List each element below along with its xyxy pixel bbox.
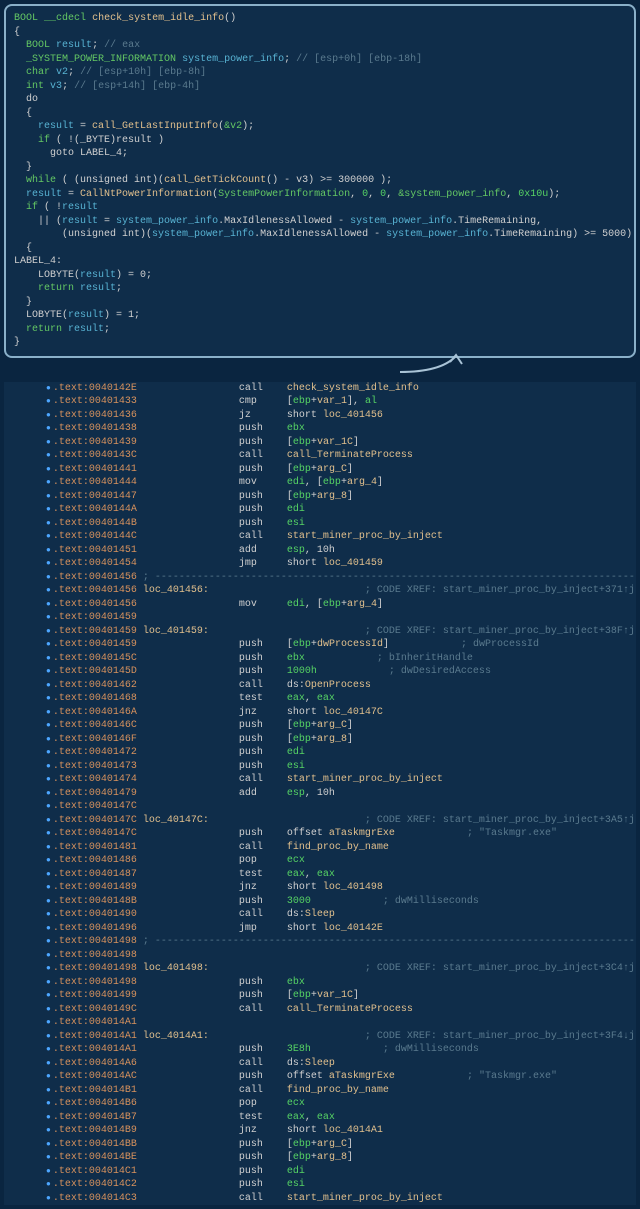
disasm-line[interactable]: .text:00401473 push esi bbox=[4, 760, 636, 774]
disasm-line[interactable]: .text:004014C2 push esi bbox=[4, 1178, 636, 1192]
disasm-label[interactable]: .text:00401498 loc_401498: ; CODE XREF: … bbox=[4, 962, 636, 976]
disasm-line[interactable]: .text:00401459 bbox=[4, 611, 636, 625]
disasm-line[interactable]: .text:004014C3 call start_miner_proc_by_… bbox=[4, 1192, 636, 1206]
disasm-line[interactable]: .text:00401486 pop ecx bbox=[4, 854, 636, 868]
callout-arrow-icon bbox=[400, 352, 480, 378]
disasm-label[interactable]: .text:0040147C loc_40147C: ; CODE XREF: … bbox=[4, 814, 636, 828]
disasm-line[interactable]: .text:00401459 push [ebp+dwProcessId] ; … bbox=[4, 638, 636, 652]
disasm-line[interactable]: .text:004014C1 push edi bbox=[4, 1165, 636, 1179]
disasm-line[interactable]: .text:00401438 push ebx bbox=[4, 422, 636, 436]
code-line[interactable]: || (result = system_power_info.MaxIdlene… bbox=[14, 215, 626, 229]
disasm-line[interactable]: .text:004014B7 test eax, eax bbox=[4, 1111, 636, 1125]
disasm-line[interactable]: .text:0040143C call call_TerminateProces… bbox=[4, 449, 636, 463]
code-line[interactable]: LABEL_4: bbox=[14, 255, 626, 269]
disasm-line[interactable]: .text:004014A6 call ds:Sleep bbox=[4, 1057, 636, 1071]
code-line[interactable]: } bbox=[14, 336, 626, 350]
disasm-line[interactable]: .text:00401490 call ds:Sleep bbox=[4, 908, 636, 922]
disasm-line[interactable]: .text:00401433 cmp [ebp+var_1], al bbox=[4, 395, 636, 409]
disasm-line[interactable]: .text:00401499 push [ebp+var_1C] bbox=[4, 989, 636, 1003]
disasm-line[interactable]: .text:00401441 push [ebp+arg_C] bbox=[4, 463, 636, 477]
disasm-line[interactable]: .text:00401451 add esp, 10h bbox=[4, 544, 636, 558]
code-line[interactable]: BOOL result; // eax bbox=[14, 39, 626, 53]
disasm-line[interactable]: .text:00401454 jmp short loc_401459 bbox=[4, 557, 636, 571]
code-line[interactable]: char v2; // [esp+10h] [ebp-8h] bbox=[14, 66, 626, 80]
disasm-line[interactable]: .text:004014BB push [ebp+arg_C] bbox=[4, 1138, 636, 1152]
code-line[interactable]: result = call_GetLastInputInfo(&v2); bbox=[14, 120, 626, 134]
disasm-label[interactable]: .text:00401456 loc_401456: ; CODE XREF: … bbox=[4, 584, 636, 598]
disasm-line[interactable]: .text:0040144B push esi bbox=[4, 517, 636, 531]
code-line[interactable]: } bbox=[14, 296, 626, 310]
separator-line: .text:00401456 ; -----------------------… bbox=[4, 571, 636, 585]
disasm-label[interactable]: .text:00401459 loc_401459: ; CODE XREF: … bbox=[4, 625, 636, 639]
disasm-line[interactable]: .text:0040148B push 3000 ; dwMillisecond… bbox=[4, 895, 636, 909]
disasm-line[interactable]: .text:00401496 jmp short loc_40142E bbox=[4, 922, 636, 936]
code-line[interactable]: (unsigned int)(system_power_info.MaxIdle… bbox=[14, 228, 626, 242]
disasm-line[interactable]: .text:004014B6 pop ecx bbox=[4, 1097, 636, 1111]
code-line[interactable]: result = CallNtPowerInformation(SystemPo… bbox=[14, 188, 626, 202]
code-line[interactable]: do bbox=[14, 93, 626, 107]
code-line[interactable]: int v3; // [esp+14h] [ebp-4h] bbox=[14, 80, 626, 94]
disasm-line[interactable]: .text:004014BE push [ebp+arg_8] bbox=[4, 1151, 636, 1165]
func-signature[interactable]: BOOL __cdecl check_system_idle_info() bbox=[14, 12, 626, 26]
disasm-line[interactable]: .text:004014B9 jnz short loc_4014A1 bbox=[4, 1124, 636, 1138]
disasm-line[interactable]: .text:004014A1 push 3E8h ; dwMillisecond… bbox=[4, 1043, 636, 1057]
disassembly-listing: .text:0040142E call check_system_idle_in… bbox=[4, 382, 636, 1206]
decompiled-code-panel: BOOL __cdecl check_system_idle_info(){ B… bbox=[4, 4, 636, 358]
disasm-line[interactable]: .text:00401474 call start_miner_proc_by_… bbox=[4, 773, 636, 787]
disasm-line[interactable]: .text:00401472 push edi bbox=[4, 746, 636, 760]
disasm-line[interactable]: .text:00401498 bbox=[4, 949, 636, 963]
disasm-line[interactable]: .text:004014B1 call find_proc_by_name bbox=[4, 1084, 636, 1098]
separator-line: .text:00401498 ; -----------------------… bbox=[4, 935, 636, 949]
code-line[interactable]: while ( (unsigned int)(call_GetTickCount… bbox=[14, 174, 626, 188]
disasm-line[interactable]: .text:004014A1 bbox=[4, 1016, 636, 1030]
disasm-line[interactable]: .text:00401489 jnz short loc_401498 bbox=[4, 881, 636, 895]
arrow-callout bbox=[0, 362, 640, 382]
disasm-line[interactable]: .text:0040149C call call_TerminateProces… bbox=[4, 1003, 636, 1017]
code-line[interactable]: if ( !result bbox=[14, 201, 626, 215]
disasm-line[interactable]: .text:0040146C push [ebp+arg_C] bbox=[4, 719, 636, 733]
disasm-line[interactable]: .text:00401462 call ds:OpenProcess bbox=[4, 679, 636, 693]
disasm-line[interactable]: .text:0040144C call start_miner_proc_by_… bbox=[4, 530, 636, 544]
disasm-line[interactable]: .text:0040145D push 1000h ; dwDesiredAcc… bbox=[4, 665, 636, 679]
disasm-line[interactable]: .text:0040146A jnz short loc_40147C bbox=[4, 706, 636, 720]
disasm-line[interactable]: .text:004014AC push offset aTaskmgrExe ;… bbox=[4, 1070, 636, 1084]
disasm-line[interactable]: .text:00401487 test eax, eax bbox=[4, 868, 636, 882]
code-line[interactable]: { bbox=[14, 26, 626, 40]
disasm-line[interactable]: .text:0040146F push [ebp+arg_8] bbox=[4, 733, 636, 747]
disasm-line[interactable]: .text:00401444 mov edi, [ebp+arg_4] bbox=[4, 476, 636, 490]
disasm-line[interactable]: .text:00401481 call find_proc_by_name bbox=[4, 841, 636, 855]
code-line[interactable]: LOBYTE(result) = 1; bbox=[14, 309, 626, 323]
disasm-line[interactable]: .text:00401439 push [ebp+var_1C] bbox=[4, 436, 636, 450]
disasm-line[interactable]: .text:00401479 add esp, 10h bbox=[4, 787, 636, 801]
disasm-line[interactable]: .text:0040147C push offset aTaskmgrExe ;… bbox=[4, 827, 636, 841]
code-line[interactable]: goto LABEL_4; bbox=[14, 147, 626, 161]
code-line[interactable]: _SYSTEM_POWER_INFORMATION system_power_i… bbox=[14, 53, 626, 67]
disasm-line[interactable]: .text:0040142E call check_system_idle_in… bbox=[4, 382, 636, 396]
code-line[interactable]: } bbox=[14, 161, 626, 175]
disasm-line[interactable]: .text:00401456 mov edi, [ebp+arg_4] bbox=[4, 598, 636, 612]
code-line[interactable]: if ( !(_BYTE)result ) bbox=[14, 134, 626, 148]
disasm-line[interactable]: .text:00401498 push ebx bbox=[4, 976, 636, 990]
disasm-line[interactable]: .text:00401468 test eax, eax bbox=[4, 692, 636, 706]
disasm-label[interactable]: .text:004014A1 loc_4014A1: ; CODE XREF: … bbox=[4, 1030, 636, 1044]
code-line[interactable]: { bbox=[14, 107, 626, 121]
code-line[interactable]: LOBYTE(result) = 0; bbox=[14, 269, 626, 283]
disasm-line[interactable]: .text:0040147C bbox=[4, 800, 636, 814]
disasm-line[interactable]: .text:0040145C push ebx ; bInheritHandle bbox=[4, 652, 636, 666]
code-line[interactable]: return result; bbox=[14, 323, 626, 337]
code-line[interactable]: return result; bbox=[14, 282, 626, 296]
disasm-line[interactable]: .text:0040144A push edi bbox=[4, 503, 636, 517]
disasm-line[interactable]: .text:00401436 jz short loc_401456 bbox=[4, 409, 636, 423]
code-line[interactable]: { bbox=[14, 242, 626, 256]
disasm-line[interactable]: .text:00401447 push [ebp+arg_8] bbox=[4, 490, 636, 504]
